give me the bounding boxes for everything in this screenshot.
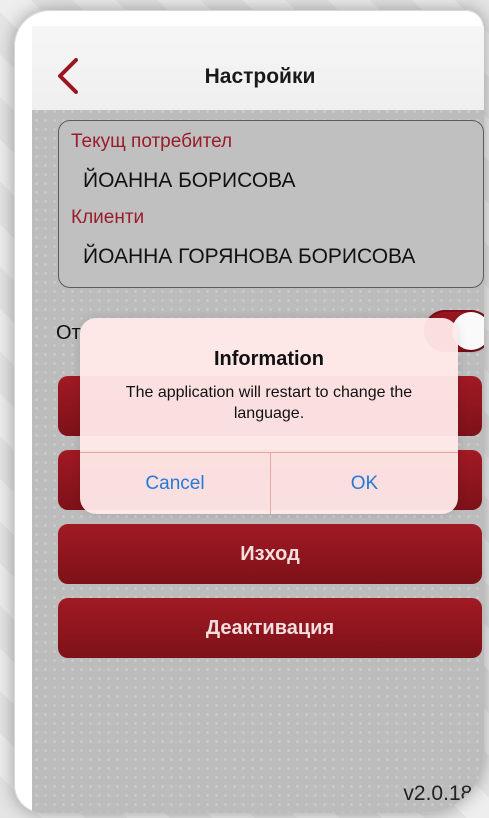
cancel-button[interactable]: Cancel — [80, 453, 270, 514]
phone-frame: Настройки Текущ потребител ЙОАННА БОРИСО… — [14, 10, 484, 813]
ok-button[interactable]: OK — [271, 453, 458, 514]
settings-screen: Настройки Текущ потребител ЙОАННА БОРИСО… — [32, 26, 484, 813]
alert-message: The application will restart to change t… — [125, 384, 413, 422]
alert-dialog: Information The application will restart… — [80, 318, 458, 514]
alert-title: Information — [214, 348, 324, 370]
